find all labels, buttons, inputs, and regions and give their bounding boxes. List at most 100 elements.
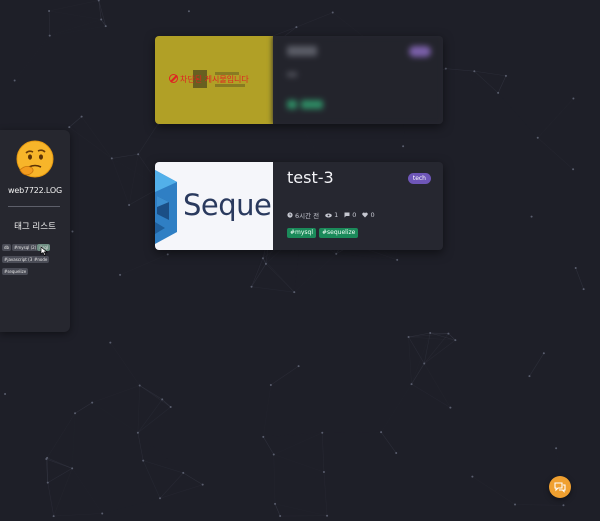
network-link <box>69 116 82 128</box>
network-link <box>48 10 51 36</box>
network-link <box>183 472 203 485</box>
network-link <box>263 384 272 437</box>
network-link <box>251 258 264 287</box>
blog-name[interactable]: web7722.LOG <box>0 186 70 195</box>
network-link <box>137 406 171 433</box>
network-link <box>53 468 73 517</box>
tag-chip-node[interactable]: #node <box>32 256 50 263</box>
network-link <box>137 399 163 433</box>
network-link <box>139 385 163 400</box>
chat-fab-button[interactable] <box>549 476 571 498</box>
tag-chip-mysql[interactable]: #mysql (2) <box>12 244 39 251</box>
post-card[interactable]: Seque test-3 tech 6시간 전 1 0 0 #mysql #se… <box>155 162 443 250</box>
network-link <box>137 123 159 155</box>
network-node <box>100 18 103 21</box>
network-node <box>429 332 432 335</box>
network-link <box>102 498 160 513</box>
network-node <box>109 341 112 344</box>
tag-chip-javascript[interactable]: #javascript (3) <box>2 256 36 263</box>
post-likes: 0 <box>362 211 375 219</box>
network-node <box>410 383 413 386</box>
post-title[interactable]: test-3 <box>287 168 334 187</box>
blurred-meta <box>287 72 297 77</box>
network-link <box>45 459 54 517</box>
network-node <box>201 483 204 486</box>
network-link <box>49 19 102 36</box>
network-link <box>411 332 431 385</box>
chat-icon <box>554 482 566 493</box>
network-link <box>110 342 140 386</box>
network-link <box>408 337 412 385</box>
network-link <box>251 286 295 293</box>
network-link <box>143 460 184 474</box>
network-link <box>143 407 170 461</box>
network-link <box>81 116 113 159</box>
post-thumbnail[interactable]: Seque <box>155 162 273 250</box>
post-views: 1 <box>325 211 338 219</box>
network-link <box>275 472 324 504</box>
network-node <box>396 258 399 261</box>
network-node <box>447 332 450 335</box>
tag-chip-db[interactable]: db <box>2 244 12 251</box>
network-node <box>13 79 16 82</box>
thinking-face-avatar[interactable] <box>16 140 54 178</box>
network-node <box>48 9 51 12</box>
network-link <box>139 385 171 408</box>
network-node <box>555 447 558 450</box>
post-time-text: 6시간 전 <box>295 212 320 220</box>
no-entry-icon <box>169 74 178 83</box>
network-link <box>321 432 325 473</box>
network-node <box>380 431 383 434</box>
network-link <box>92 385 140 403</box>
network-link <box>270 365 299 386</box>
network-link <box>53 513 103 517</box>
network-node <box>159 497 162 500</box>
network-node <box>104 25 107 28</box>
post-card-blocked[interactable]: 차단된 게시물입니다 <box>155 36 443 124</box>
network-node <box>250 285 253 288</box>
network-link <box>380 383 412 433</box>
network-node <box>80 115 83 118</box>
blocked-thumbnail: 차단된 게시물입니다 <box>155 36 273 124</box>
network-node <box>68 126 71 129</box>
post-tags: #mysql #sequelize <box>287 228 359 238</box>
network-link <box>323 472 328 516</box>
network-node <box>262 435 265 438</box>
network-node <box>142 459 145 462</box>
network-node <box>572 168 575 171</box>
network-node <box>293 291 296 294</box>
network-node <box>407 336 410 339</box>
network-link <box>47 468 73 483</box>
network-node <box>74 412 77 415</box>
network-link <box>111 153 139 159</box>
blocked-notice-text: 차단된 게시물입니다 <box>180 75 249 84</box>
network-node <box>138 384 141 387</box>
network-node <box>71 230 74 233</box>
blurred-title <box>287 46 317 56</box>
heart-icon <box>362 212 369 218</box>
network-node <box>274 502 277 505</box>
network-link <box>14 35 50 81</box>
network-link <box>142 460 161 499</box>
tag-chip-sequelize[interactable]: #sequelize <box>2 268 29 275</box>
network-node <box>504 74 507 77</box>
category-badge[interactable]: tech <box>407 173 431 184</box>
network-link <box>137 385 140 433</box>
pointer-cursor-icon <box>40 246 48 256</box>
network-link <box>98 0 102 20</box>
network-link <box>46 458 73 469</box>
post-tag-mysql[interactable]: #mysql <box>287 228 317 238</box>
sidebar-divider <box>8 206 60 207</box>
post-tag-sequelize[interactable]: #sequelize <box>319 228 359 238</box>
network-link <box>294 253 337 293</box>
network-node <box>48 34 51 37</box>
network-link <box>537 137 574 170</box>
network-node <box>395 452 398 455</box>
network-link <box>423 363 451 408</box>
blurred-category-badge <box>409 46 431 57</box>
network-link <box>49 25 106 36</box>
post-comments: 0 <box>344 211 356 219</box>
network-node <box>182 471 185 474</box>
network-node <box>297 365 300 368</box>
network-node <box>45 458 48 461</box>
